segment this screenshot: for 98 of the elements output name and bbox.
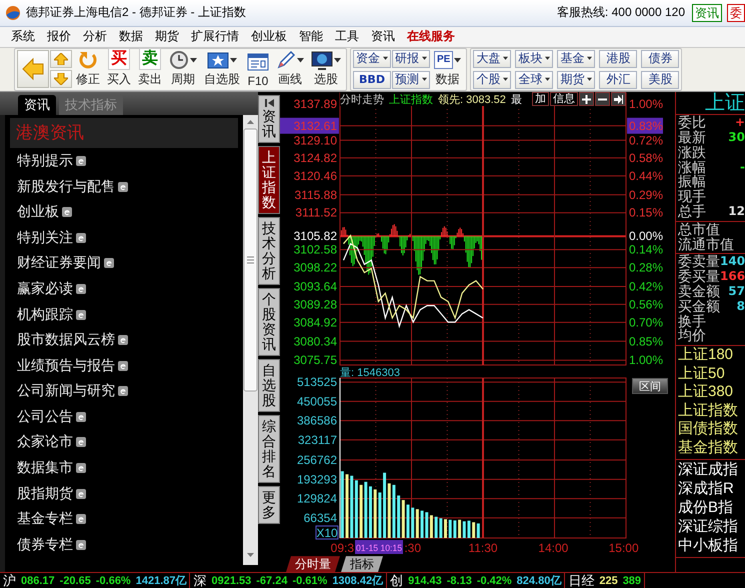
volume-total: 量: 1546303 [340,367,400,380]
percent-label: 1.00% [629,353,664,366]
percent-label: 0.28% [629,260,664,275]
market-value: -20.65 [60,574,91,587]
percent-label: 0.15% [629,206,664,220]
field-label: 总手 [678,204,706,219]
price-label: 3084.92 [294,316,337,330]
market-value: 389 [622,574,642,587]
price-label: 3080.34 [294,334,337,348]
time-label: :30 [404,541,422,556]
percent-label: 0.29% [629,188,664,202]
buy-icon: 买 [108,48,130,70]
price-label: 3105.82 [294,229,337,244]
field-label: 流通市值 [678,236,734,252]
market-value: -0.61% [292,574,328,587]
percent-label: 0.58% [629,151,664,166]
chart-title: 分时走势 [340,92,384,107]
price-label: 3111.52 [295,206,337,220]
market-name: 深 [193,573,206,588]
field-value: 57 [728,284,745,299]
y-tick-label: 3132.61 [294,118,338,133]
percent-label: 1.00% [629,97,664,112]
price-label: 3102.58 [294,242,337,257]
hotline-text: 客服热线: 400 0000 120 [556,4,685,22]
field-value: 166 [720,269,745,284]
market-value: 086.17 [21,574,55,587]
percent-label: 0.00% [629,229,664,244]
time-label: 11:30 [468,541,498,556]
price-label: 3120.46 [294,169,337,184]
market-value: 225 [599,574,618,587]
volume-label: 193293 [296,472,337,486]
volume-label: 386586 [296,414,337,428]
price-label: 3075.75 [294,353,337,366]
field-value: + [734,115,745,130]
field-label: 换手 [678,314,706,328]
market-value: 0921.53 [211,574,252,587]
time-label: 09:3 [330,541,354,556]
percent-label: 0.44% [629,169,664,184]
volume-label: 129824 [296,492,337,506]
sell-icon: 卖 [139,48,161,70]
scale-label: X10 [316,526,338,540]
volume-label: 513525 [296,375,337,390]
field-label: 总市值 [678,222,720,237]
market-value: 824.80亿 [516,574,562,588]
time-label: 14:00 [538,541,568,556]
price-label: 3098.22 [294,260,337,275]
field-label: 卖金额 [678,284,720,299]
field-label: 涨幅 [678,160,706,174]
field-value: - [740,160,745,174]
field-label: 委比 [678,115,706,130]
percent-label: 0.14% [629,242,664,257]
field-value: 12 [728,204,745,219]
percent-label: 0.85% [629,334,664,348]
lead-value: 领先: 3083.52 [438,92,506,107]
field-label: 现手 [678,189,706,204]
field-label: 最新 [678,130,706,145]
percent-label: 0.70% [629,316,664,330]
price-label: 3115.88 [294,188,337,202]
market-value: -8.13 [446,574,472,587]
cursor-percent-label: 0.83% [627,118,664,134]
volume-label: 323117 [298,433,337,448]
market-value: 1308.42亿 [332,574,384,588]
market-value: -0.66% [96,574,131,587]
pe-icon: PE [434,51,454,70]
price-label: 3137.89 [294,97,337,112]
percent-label: 0.56% [629,298,664,312]
field-label: 涨跌 [678,144,706,160]
price-label: 3129.10 [294,133,337,148]
market-name: 沪 [3,573,16,588]
market-value: 914.43 [408,574,442,587]
market-name: 创 [390,573,404,588]
field-value: 140 [720,254,745,270]
percent-label: 0.42% [629,280,664,294]
time-label: 15:00 [608,541,639,556]
percent-label: 0.72% [629,133,664,148]
market-value: -67.24 [256,574,288,587]
price-label: 3124.82 [294,151,337,166]
volume-label: 450055 [296,394,337,408]
field-label: 振幅 [678,174,706,190]
panel-title: 上证 [676,92,745,116]
price-label: 3093.64 [294,280,337,294]
latest-label: 最 [510,92,522,107]
field-label: 委买量 [678,269,720,284]
volume-label: 256762 [296,453,337,468]
price-label: 3089.28 [294,298,337,312]
field-label: 买金额 [678,298,720,314]
field-value: 8 [736,298,745,314]
field-label: 均价 [678,328,706,344]
volume-label: 66354 [304,511,337,525]
field-label: 委卖量 [678,254,720,270]
market-value: -0.42% [476,574,512,587]
field-value: 30 [728,130,745,145]
market-name: 日经 [568,573,594,588]
index-name: 上证指数 [389,92,433,107]
cursor-time-label: 01-15 10:15 [355,540,404,554]
market-value: 1421.87亿 [136,574,186,588]
window-title: 德邦证券上海电信2 - 德邦证券 - 上证指数 [26,4,248,22]
cursor-price-label: 3132.61 [280,118,339,134]
